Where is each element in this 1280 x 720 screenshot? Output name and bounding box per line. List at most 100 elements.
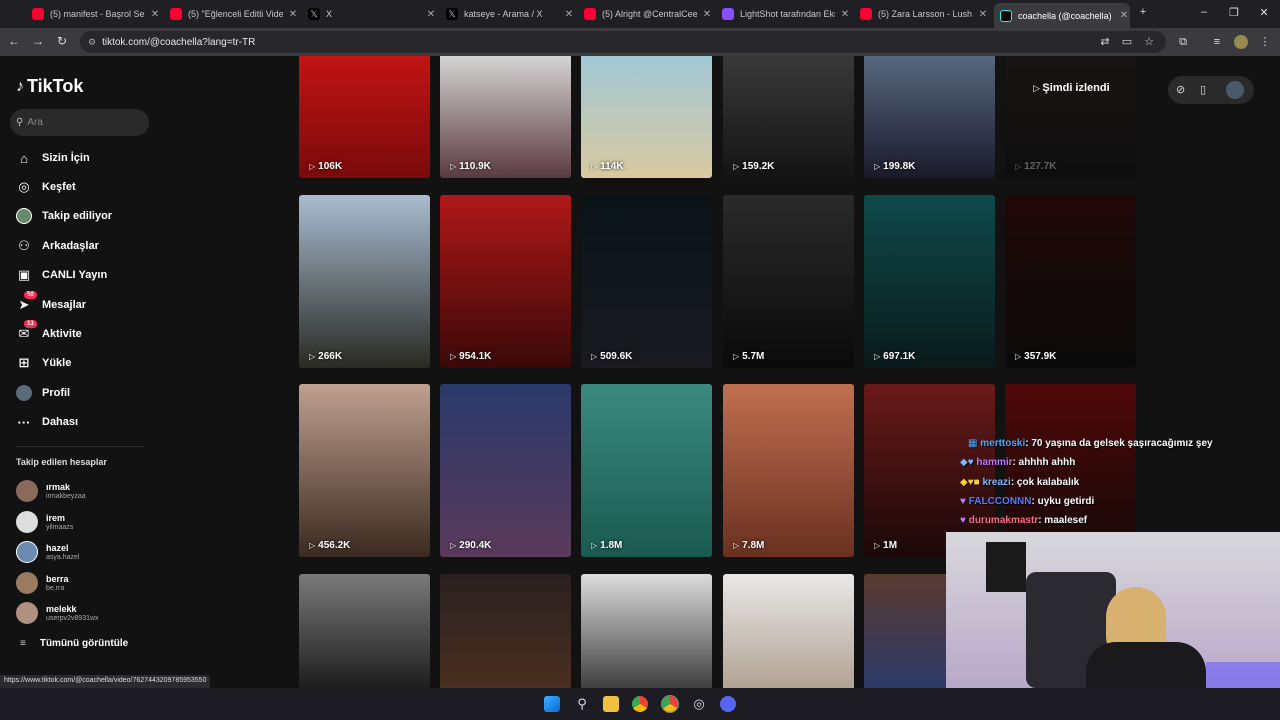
view-count: ▷ 1.8M — [591, 540, 622, 551]
search-icon[interactable]: ⚲ — [574, 696, 590, 712]
discord-icon[interactable] — [720, 696, 736, 712]
file-explorer-icon[interactable] — [603, 696, 619, 712]
video-thumbnail[interactable]: ▷ 509.6K — [581, 195, 712, 368]
compass-icon[interactable]: ⊘ — [1176, 83, 1185, 96]
play-icon: ▷ — [591, 352, 598, 361]
url-text: tiktok.com/@coachella?lang=tr-TR — [102, 36, 256, 48]
browser-tab[interactable]: 𝕏 katseye - Arama / X ✕ — [440, 4, 575, 24]
video-thumbnail[interactable]: ▷ 456.2K — [299, 384, 430, 557]
chrome-active-icon[interactable] — [661, 695, 679, 713]
browser-tab[interactable]: (5) Alright @CentralCee - ✕ — [578, 4, 713, 24]
back-icon[interactable]: ← — [6, 34, 22, 48]
close-icon[interactable]: ✕ — [839, 9, 851, 20]
video-thumbnail[interactable]: ▷ 159.2K — [723, 56, 854, 178]
minimize-icon[interactable]: – — [1196, 6, 1212, 18]
video-thumbnail[interactable]: ▷ 266K — [299, 195, 430, 368]
view-count: ▷ 290.4K — [450, 540, 491, 551]
view-count: ▷ 697.1K — [874, 351, 915, 362]
close-icon[interactable]: ✕ — [1118, 10, 1130, 21]
phone-icon[interactable]: ▯ — [1200, 83, 1206, 96]
view-count-text: 697.1K — [883, 351, 916, 362]
new-tab-icon[interactable]: + — [1135, 6, 1151, 18]
video-thumbnail[interactable]: ▷ 697.1K — [864, 195, 995, 368]
cast-icon[interactable]: ▭ — [1120, 35, 1134, 49]
video-thumbnail[interactable] — [440, 574, 571, 688]
bookmark-star-icon[interactable]: ☆ — [1142, 35, 1156, 49]
chrome-icon[interactable] — [632, 696, 648, 712]
x-icon: 𝕏 — [308, 8, 320, 20]
address-bar[interactable]: ⚙ tiktok.com/@coachella?lang=tr-TR — [80, 31, 1166, 53]
chat-text: : maalesef — [1038, 515, 1088, 526]
view-count: ▷ 127.7K — [1015, 161, 1056, 172]
play-icon: ▷ — [309, 162, 316, 171]
forward-icon[interactable]: → — [30, 34, 46, 48]
video-thumbnail[interactable] — [299, 574, 430, 688]
browser-tab[interactable]: (5) Zara Larsson - Lush Li ✕ — [854, 4, 989, 24]
video-thumbnail[interactable]: ▷ 954.1K — [440, 195, 571, 368]
play-icon: ▷ — [874, 162, 881, 171]
close-icon[interactable]: ✕ — [563, 9, 575, 20]
browser-tab[interactable]: 𝕏 X ✕ — [302, 4, 437, 24]
chat-badge-icon: ♥ — [960, 496, 969, 507]
view-count: ▷ 954.1K — [450, 351, 491, 362]
windows-start-icon[interactable] — [544, 696, 560, 712]
chat-user: hammir — [976, 457, 1013, 468]
play-icon: ▷ — [591, 162, 598, 171]
close-icon[interactable]: ✕ — [149, 9, 161, 20]
view-count-text: 7.8M — [742, 540, 765, 551]
view-count: ▷ 7.8M — [733, 540, 764, 551]
site-info-icon[interactable]: ⚙ — [88, 37, 96, 48]
chat-message: ◆♥ hammir: ahhhh ahhh — [960, 457, 1075, 468]
youtube-icon — [860, 8, 872, 20]
video-thumbnail[interactable] — [581, 574, 712, 688]
video-thumbnail[interactable]: ▷ 5.7M — [723, 195, 854, 368]
view-count: ▷ 266K — [309, 351, 342, 362]
reload-icon[interactable]: ↻ — [54, 34, 70, 48]
view-count-text: 114K — [600, 161, 624, 172]
extensions-icon[interactable]: ⧉ — [1176, 35, 1190, 49]
video-thumbnail[interactable]: ▷ 106K — [299, 56, 430, 178]
video-thumbnail[interactable]: ▷ 110.9K — [440, 56, 571, 178]
close-window-icon[interactable]: ✕ — [1256, 6, 1272, 19]
youtube-icon — [584, 8, 596, 20]
chat-user: merttoski — [980, 438, 1026, 449]
translate-icon[interactable]: ⇄ — [1098, 35, 1112, 49]
video-thumbnail[interactable]: ▷ 127.7K ▷ Şimdi izlendi — [1005, 56, 1136, 178]
video-thumbnail[interactable]: ▷ 199.8K — [864, 56, 995, 178]
chat-badge-icon: ◆♥ — [960, 457, 977, 468]
close-icon[interactable]: ✕ — [425, 9, 437, 20]
profile-avatar-icon[interactable] — [1234, 35, 1248, 49]
view-count-text: 509.6K — [600, 351, 633, 362]
video-thumbnail[interactable]: ▷ 290.4K — [440, 384, 571, 557]
obs-icon[interactable]: ◎ — [691, 696, 707, 712]
video-thumbnail[interactable]: ▷ 7.8M — [723, 384, 854, 557]
play-icon: ▷ — [874, 541, 881, 550]
tab-title: katseye - Arama / X — [464, 9, 543, 19]
play-icon: ▷ — [733, 541, 740, 550]
chat-user: FALCCONNN — [968, 496, 1032, 507]
avatar[interactable] — [1226, 81, 1244, 99]
play-icon: ▷ — [309, 352, 316, 361]
close-icon[interactable]: ✕ — [701, 9, 713, 20]
video-thumbnail[interactable]: ▷ 114K — [581, 56, 712, 178]
view-count-text: 110.9K — [459, 161, 491, 172]
view-count: ▷ 199.8K — [874, 161, 915, 172]
tab-title: (5) "Eğlenceli Editli Video — [188, 9, 283, 19]
close-icon[interactable]: ✕ — [977, 9, 989, 20]
media-icon[interactable]: ≡ — [1210, 35, 1224, 49]
close-icon[interactable]: ✕ — [287, 9, 299, 20]
video-thumbnail[interactable]: ▷ 1.8M — [581, 384, 712, 557]
browser-tab[interactable]: (5) "Eğlenceli Editli Video ✕ — [164, 4, 299, 24]
menu-icon[interactable]: ⋮ — [1258, 35, 1272, 49]
maximize-icon[interactable]: ❐ — [1226, 6, 1242, 19]
browser-tab[interactable]: (5) manifest - Başrol Sens ✕ — [26, 4, 161, 24]
video-thumbnail[interactable]: ▷ 357.9K — [1005, 195, 1136, 368]
view-count-text: 357.9K — [1024, 351, 1057, 362]
browser-tab-active[interactable]: coachella (@coachella) | T ✕ — [994, 3, 1130, 28]
tab-title: coachella (@coachella) | T — [1018, 10, 1114, 21]
browser-tab-strip: (5) manifest - Başrol Sens ✕ (5) "Eğlenc… — [0, 0, 1280, 28]
tab-title: (5) Zara Larsson - Lush Li — [878, 9, 973, 19]
browser-tab[interactable]: LightShot tarafından Ekra ✕ — [716, 4, 851, 24]
video-thumbnail[interactable] — [723, 574, 854, 688]
tab-title: X — [326, 9, 333, 19]
